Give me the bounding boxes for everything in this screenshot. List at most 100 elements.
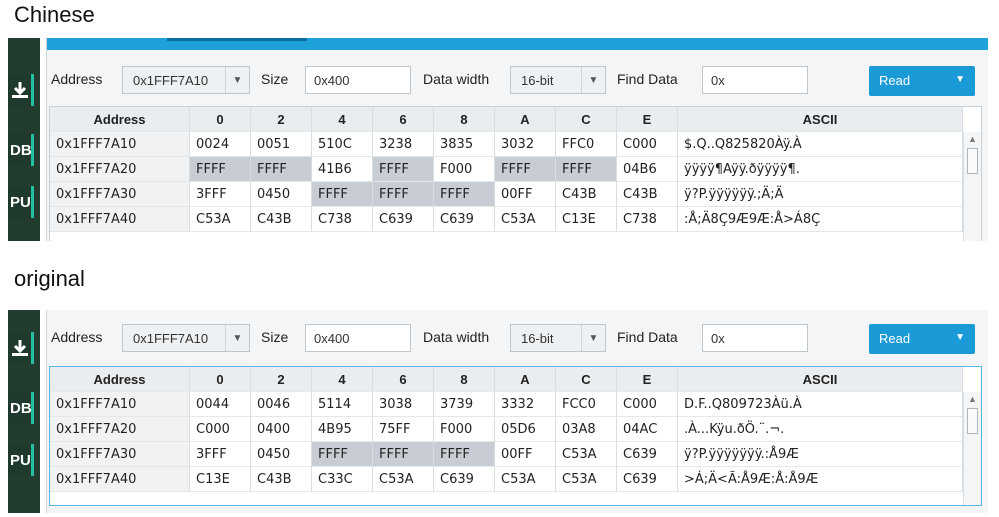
data-cell[interactable]: FFFF (434, 182, 495, 207)
column-header[interactable]: ASCII (678, 367, 963, 392)
data-cell[interactable]: FFFF (190, 157, 251, 182)
data-cell[interactable]: F000 (434, 157, 495, 182)
sidebar-cpu-icon[interactable]: PU (8, 186, 34, 218)
column-header[interactable]: A (495, 107, 556, 132)
column-header[interactable]: 4 (312, 107, 373, 132)
chevron-down-icon[interactable]: ▼ (581, 325, 605, 351)
column-header[interactable]: C (556, 107, 617, 132)
data-cell[interactable]: FFFF (556, 157, 617, 182)
data-cell[interactable]: 0044 (190, 392, 251, 417)
data-cell[interactable]: C53A (373, 467, 434, 492)
column-header[interactable]: Address (50, 367, 190, 392)
data-cell[interactable]: C53A (556, 442, 617, 467)
chevron-down-icon[interactable]: ▼ (955, 332, 965, 343)
data-cell[interactable]: C13E (190, 467, 251, 492)
column-header[interactable]: 4 (312, 367, 373, 392)
sidebar-cpu-icon[interactable]: PU (8, 444, 34, 476)
chevron-down-icon[interactable]: ▼ (225, 67, 249, 93)
data-cell[interactable]: 3FFF (190, 442, 251, 467)
data-cell[interactable]: C000 (617, 392, 678, 417)
scroll-thumb[interactable] (967, 408, 978, 434)
active-tab-indicator[interactable] (167, 38, 307, 41)
data-cell[interactable]: 3238 (373, 132, 434, 157)
column-header[interactable]: A (495, 367, 556, 392)
data-cell[interactable]: C639 (434, 207, 495, 232)
data-cell[interactable]: FFFF (434, 442, 495, 467)
chevron-down-icon[interactable]: ▼ (955, 74, 965, 85)
column-header[interactable]: 0 (190, 107, 251, 132)
address-combo[interactable]: 0x1FFF7A10 ▼ (122, 324, 250, 352)
data-cell[interactable]: 41B6 (312, 157, 373, 182)
data-cell[interactable]: C639 (373, 207, 434, 232)
column-header[interactable]: 6 (373, 107, 434, 132)
data-cell[interactable]: C000 (190, 417, 251, 442)
data-cell[interactable]: FFFF (312, 442, 373, 467)
vertical-scrollbar[interactable]: ▲ (963, 132, 981, 241)
data-cell[interactable]: 3FFF (190, 182, 251, 207)
data-cell[interactable]: C33C (312, 467, 373, 492)
data-cell[interactable]: 03A8 (556, 417, 617, 442)
column-header[interactable]: 6 (373, 367, 434, 392)
data-cell[interactable]: 3332 (495, 392, 556, 417)
data-cell[interactable]: C639 (617, 442, 678, 467)
data-cell[interactable]: 4B95 (312, 417, 373, 442)
data-cell[interactable]: 3835 (434, 132, 495, 157)
data-cell[interactable]: C53A (495, 467, 556, 492)
column-header[interactable]: 8 (434, 107, 495, 132)
vertical-scrollbar[interactable]: ▲ (963, 392, 981, 505)
data-cell[interactable]: FFFF (495, 157, 556, 182)
sidebar-db-icon[interactable]: DB (8, 392, 34, 424)
data-cell[interactable]: 0450 (251, 182, 312, 207)
column-header[interactable]: C (556, 367, 617, 392)
find-data-input[interactable]: 0x (702, 66, 808, 94)
data-cell[interactable]: C43B (556, 182, 617, 207)
scroll-up-icon[interactable]: ▲ (968, 134, 977, 144)
scroll-thumb[interactable] (967, 148, 978, 174)
data-cell[interactable]: 3038 (373, 392, 434, 417)
column-header[interactable]: E (617, 107, 678, 132)
data-cell[interactable]: 5114 (312, 392, 373, 417)
data-cell[interactable]: FFFF (373, 182, 434, 207)
data-cell[interactable]: 00FF (495, 442, 556, 467)
data-cell[interactable]: C13E (556, 207, 617, 232)
data-cell[interactable]: 0450 (251, 442, 312, 467)
data-cell[interactable]: 04B6 (617, 157, 678, 182)
data-cell[interactable]: FFFF (373, 157, 434, 182)
data-cell[interactable]: 04AC (617, 417, 678, 442)
data-cell[interactable]: C43B (251, 207, 312, 232)
chevron-down-icon[interactable]: ▼ (581, 67, 605, 93)
read-button[interactable]: Read ▼ (869, 324, 975, 354)
data-cell[interactable]: 00FF (495, 182, 556, 207)
data-cell[interactable]: FFFF (251, 157, 312, 182)
download-icon[interactable] (8, 332, 34, 364)
data-cell[interactable]: 0400 (251, 417, 312, 442)
chevron-down-icon[interactable]: ▼ (225, 325, 249, 351)
data-cell[interactable]: C43B (251, 467, 312, 492)
column-header[interactable]: E (617, 367, 678, 392)
data-cell[interactable]: 0046 (251, 392, 312, 417)
data-cell[interactable]: F000 (434, 417, 495, 442)
download-icon[interactable] (8, 74, 34, 106)
column-header[interactable]: 2 (251, 107, 312, 132)
data-cell[interactable]: 75FF (373, 417, 434, 442)
data-cell[interactable]: 0024 (190, 132, 251, 157)
find-data-input[interactable]: 0x (702, 324, 808, 352)
data-width-select[interactable]: 16-bit ▼ (510, 66, 606, 94)
address-combo[interactable]: 0x1FFF7A10 ▼ (122, 66, 250, 94)
sidebar-db-icon[interactable]: DB (8, 134, 34, 166)
data-cell[interactable]: C738 (617, 207, 678, 232)
size-input[interactable]: 0x400 (305, 66, 411, 94)
data-cell[interactable]: C53A (190, 207, 251, 232)
column-header[interactable]: Address (50, 107, 190, 132)
data-cell[interactable]: 05D6 (495, 417, 556, 442)
column-header[interactable]: ASCII (678, 107, 963, 132)
data-cell[interactable]: FFFF (312, 182, 373, 207)
data-cell[interactable]: C639 (434, 467, 495, 492)
read-button[interactable]: Read ▼ (869, 66, 975, 96)
column-header[interactable]: 8 (434, 367, 495, 392)
data-cell[interactable]: C53A (495, 207, 556, 232)
data-cell[interactable]: 3739 (434, 392, 495, 417)
data-cell[interactable]: 3032 (495, 132, 556, 157)
data-cell[interactable]: FCC0 (556, 392, 617, 417)
data-cell[interactable]: 0051 (251, 132, 312, 157)
